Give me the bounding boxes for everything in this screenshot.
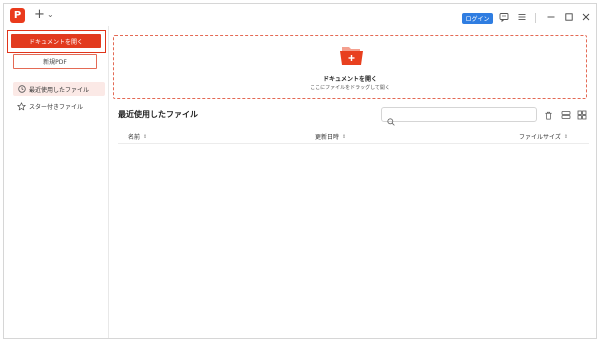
sidebar-item-recent-files[interactable]: 最近使用したファイル (13, 82, 105, 96)
app-window: P + ⌄ ログイン ドキュメントを開く 新規PDF 最近使用したファイル スタ… (3, 3, 597, 339)
trash-icon[interactable] (543, 110, 553, 120)
column-header-name[interactable]: 名前 ⇕ (128, 132, 148, 142)
maximize-icon[interactable] (563, 11, 575, 23)
login-button[interactable]: ログイン (462, 13, 493, 24)
column-label: ファイルサイズ (519, 134, 561, 141)
list-view-icon[interactable] (561, 110, 571, 120)
drop-zone-title: ドキュメントを開く (322, 76, 377, 83)
sidebar-item-label: スター付きファイル (29, 103, 84, 111)
drop-zone-subtitle: ここにファイルをドラッグして開く (310, 85, 390, 91)
file-table-header: 名前 ⇕ 更新日時 ⇕ ファイルサイズ ⇕ (118, 128, 589, 144)
new-pdf-button[interactable]: 新規PDF (13, 54, 97, 69)
sidebar-item-label: 最近使用したファイル (29, 86, 90, 94)
open-document-button-frame[interactable]: ドキュメントを開く (7, 30, 106, 53)
open-document-button[interactable]: ドキュメントを開く (11, 34, 101, 48)
add-folder-icon (338, 44, 365, 66)
sort-icon: ⇕ (143, 133, 148, 140)
star-icon (17, 101, 26, 111)
column-header-modified[interactable]: 更新日時 ⇕ (315, 132, 347, 142)
column-label: 名前 (128, 134, 141, 141)
sidebar-item-starred-files[interactable]: スター付きファイル (13, 99, 105, 113)
menu-icon[interactable] (516, 11, 528, 23)
sidebar: ドキュメントを開く 新規PDF 最近使用したファイル スター付きファイル (4, 26, 109, 338)
close-icon[interactable] (580, 11, 592, 23)
recent-files-heading: 最近使用したファイル (118, 110, 198, 119)
clock-icon (17, 85, 26, 94)
titlebar-divider (535, 13, 536, 23)
app-logo-icon: P (10, 8, 25, 23)
column-header-size[interactable]: ファイルサイズ ⇕ (519, 132, 569, 142)
sidebar-divider (108, 26, 109, 338)
column-label: 更新日時 (315, 134, 340, 141)
grid-view-icon[interactable] (577, 110, 587, 120)
sort-icon: ⇕ (342, 133, 347, 140)
add-tab-button[interactable]: + (34, 7, 45, 23)
message-icon[interactable] (498, 11, 510, 23)
search-input[interactable] (398, 109, 532, 120)
title-bar: P + ⌄ ログイン (4, 4, 596, 26)
search-box[interactable] (381, 107, 537, 126)
chevron-down-icon[interactable]: ⌄ (47, 9, 54, 21)
sort-icon: ⇕ (563, 133, 569, 140)
minimize-icon[interactable] (545, 11, 557, 23)
file-drop-zone[interactable]: ドキュメントを開く ここにファイルをドラッグして開く (113, 35, 587, 99)
